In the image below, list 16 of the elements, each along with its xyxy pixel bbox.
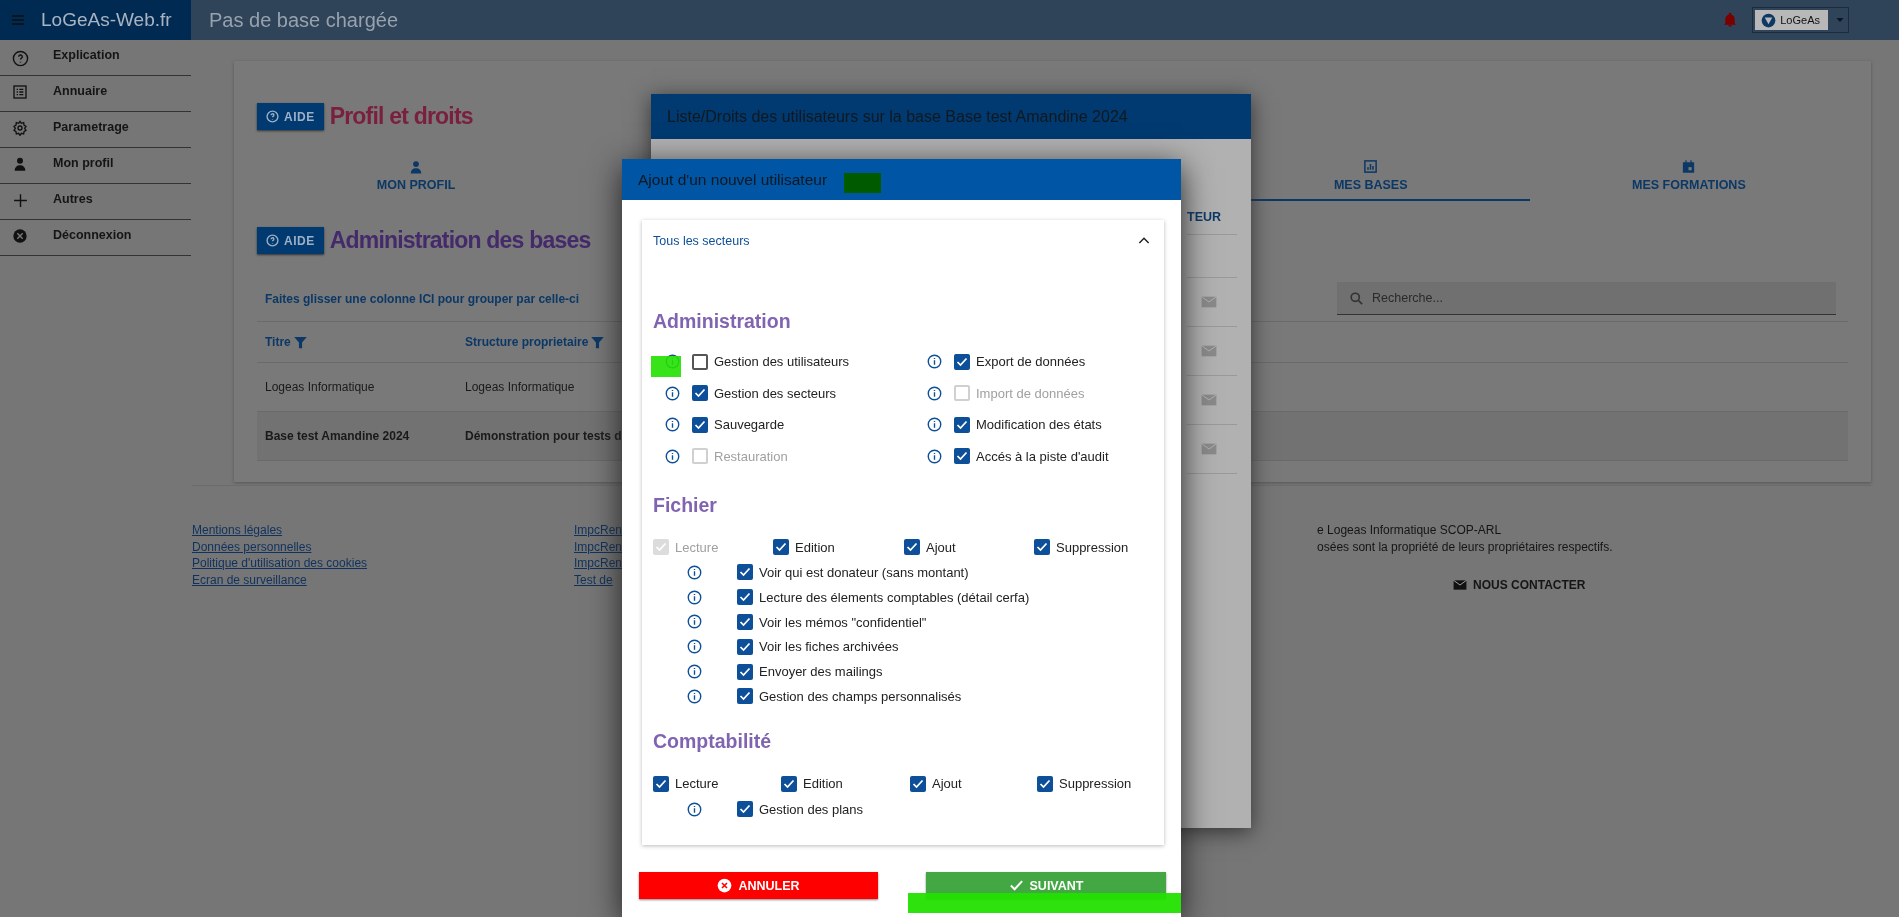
table-cell: Logeas Informatique (465, 380, 575, 394)
section-title: Administration des bases (329, 227, 591, 254)
copyright-text: osées sont la propriété de leurs propriétaires respectifs. (1317, 539, 1613, 556)
dialog-title: Ajout d'un nouvel utilisateur (622, 159, 1181, 200)
section-heading: Fichier (653, 492, 718, 518)
table-cell: Logeas Informatique (265, 380, 375, 394)
dialog-title: Liste/Droits des utilisateurs sur la base Base test Amandine 2024 (651, 94, 1251, 139)
section-heading: Comptabilité (653, 729, 773, 755)
page-title: Pas de base chargée (209, 8, 399, 32)
table-cell: Démonstration pour tests d (465, 429, 622, 443)
section-heading: Administration (653, 308, 792, 334)
table-cell: Base test Amandine 2024 (265, 429, 410, 443)
group-hint: Faites glisser une colonne ICI pour grouper par celle-ci (265, 291, 580, 306)
column-header: TEUR (1187, 210, 1237, 235)
copyright-text: e Logeas Informatique SCOP-ARL (1317, 522, 1502, 539)
section-title: Profil et droits (329, 103, 473, 130)
